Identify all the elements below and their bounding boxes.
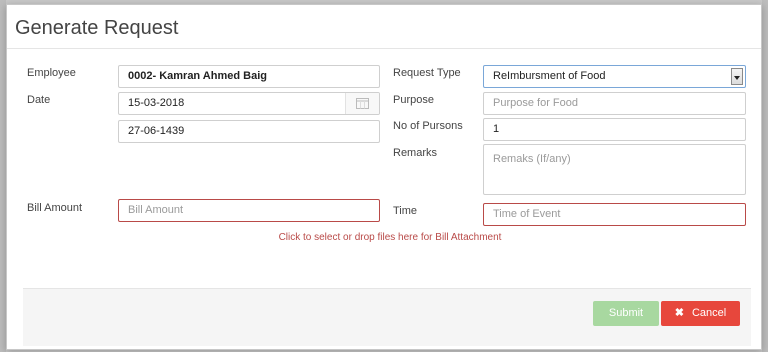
bill-amount-input[interactable]: Bill Amount [118,199,380,222]
persons-input[interactable]: 1 [483,118,746,141]
remarks-label: Remarks [393,147,438,159]
request-type-select[interactable]: ReImbursment of Food [483,65,746,88]
background-right-edge [762,0,768,352]
employee-label: Employee [27,67,76,79]
date-label: Date [27,94,51,106]
persons-label: No of Pursons [393,120,463,132]
cancel-label: Cancel [691,307,727,319]
bill-attachment-dropzone[interactable]: Click to select or drop files here for B… [7,232,761,243]
submit-button[interactable]: Submit [593,301,659,326]
cancel-button[interactable]: ✖ Cancel [661,301,740,326]
modal-header: Generate Request [7,5,761,49]
date-field[interactable]: 15-03-2018 [118,92,380,115]
date-value: 15-03-2018 [128,97,185,109]
remarks-textarea[interactable]: Remaks (If/any) [483,144,746,195]
generate-request-modal: Generate Request Employee 0002- Kamran A… [6,4,762,350]
modal-footer: Submit ✖ Cancel [23,288,751,346]
purpose-label: Purpose [393,94,434,106]
request-type-value: ReImbursment of Food [493,70,606,82]
time-input[interactable]: Time of Event [483,203,746,226]
dropdown-arrow-icon[interactable] [731,68,743,85]
time-label: Time [393,205,418,217]
employee-field[interactable]: 0002- Kamran Ahmed Baig [118,65,380,88]
bill-amount-label: Bill Amount [27,202,83,214]
close-icon: ✖ [674,307,684,319]
purpose-input[interactable]: Purpose for Food [483,92,746,115]
hijri-date-field[interactable]: 27-06-1439 [118,120,380,143]
calendar-icon[interactable] [345,93,379,114]
request-type-label: Request Type [393,67,461,79]
modal-title: Generate Request [15,17,179,39]
